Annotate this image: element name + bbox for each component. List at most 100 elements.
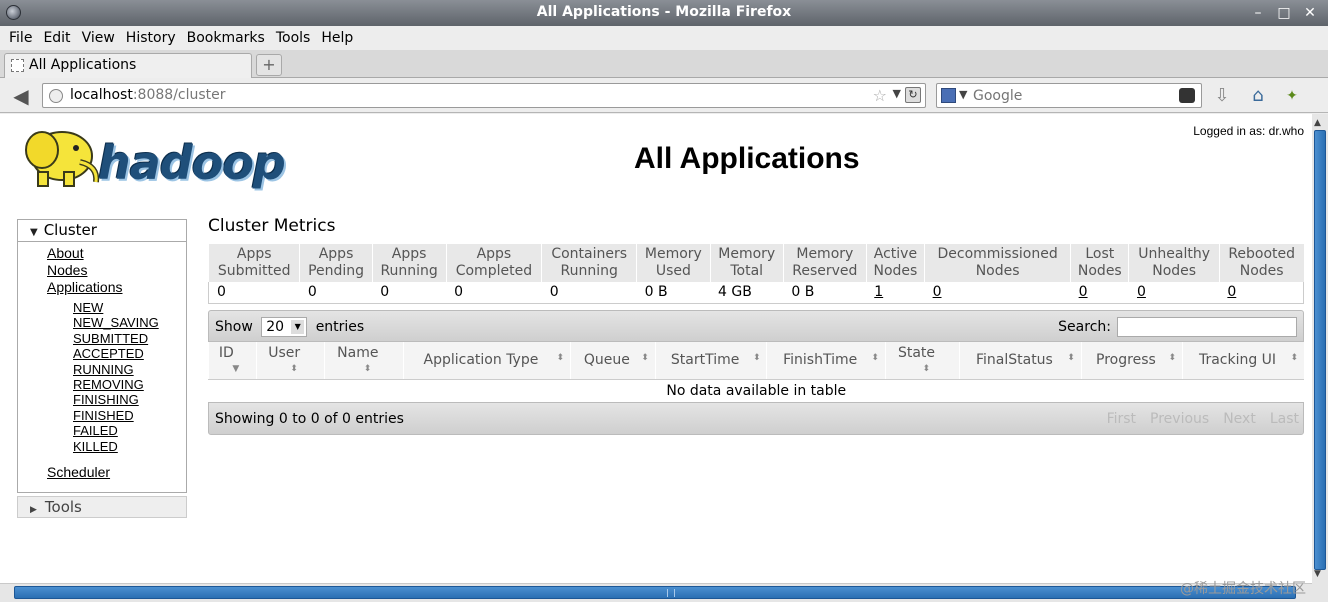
url-history-dropdown-icon[interactable]: ▼ [893,87,901,100]
sidebar-state-running[interactable]: RUNNING [18,362,186,377]
column-header[interactable]: Name ⬍ [323,342,404,380]
menu-view[interactable]: View [77,26,121,50]
sidebar-link-nodes[interactable]: Nodes [18,262,186,279]
metrics-value-link[interactable]: 0 [1227,284,1236,300]
download-icon[interactable]: ⇩ [1210,84,1234,108]
table-info: Showing 0 to 0 of 0 entries [215,411,404,427]
tools-toggle[interactable]: ▶ Tools [17,496,187,518]
minimize-icon[interactable]: – [1246,3,1270,23]
metrics-value-link[interactable]: 0 [933,284,942,300]
watermark-text: @稀土掘金技术社区 [1180,581,1306,597]
elephant-icon [25,131,100,187]
column-header[interactable]: Progress ⬍ [1080,342,1183,380]
sort-both-icon: ⬍ [641,353,649,363]
tab-all-applications[interactable]: All Applications [4,53,252,78]
metrics-value: 0 [1070,282,1129,304]
search-engine-dropdown-icon[interactable]: ▼ [959,88,967,101]
scroll-up-icon[interactable]: ▲ [1314,118,1321,128]
chevron-down-icon: ▼ [291,320,305,334]
metrics-header: Apps Pending [299,244,373,282]
metrics-header: Lost Nodes [1070,244,1129,282]
pager-first[interactable]: First [1107,411,1136,427]
sort-both-icon: ⬍ [290,364,298,374]
column-header[interactable]: FinishTime ⬍ [766,342,886,380]
length-control: Show 20 ▼ entries [215,317,365,337]
sidebar-state-accepted[interactable]: ACCEPTED [18,346,186,361]
metrics-value: 4 GB [710,282,784,304]
sidebar-state-new[interactable]: NEW [18,300,186,315]
sidebar-state-finished[interactable]: FINISHED [18,408,186,423]
sidebar-state-killed[interactable]: KILLED [18,439,186,454]
close-icon[interactable]: ✕ [1298,3,1322,23]
column-header[interactable]: StartTime ⬍ [654,342,767,380]
tab-label: All Applications [29,57,137,73]
table-controls: Show 20 ▼ entries Search: [208,310,1304,342]
sidebar-state-new-saving[interactable]: NEW_SAVING [18,315,186,330]
sidebar-state-removing[interactable]: REMOVING [18,377,186,392]
menu-help[interactable]: Help [316,26,359,50]
sort-both-icon: ⬍ [1067,353,1075,363]
vertical-scrollbar[interactable]: ▲ ▼ [1312,114,1328,583]
empty-table-message: No data available in table [666,383,847,400]
horizontal-scrollbar[interactable] [0,583,1312,602]
new-tab-button[interactable]: + [256,54,282,76]
url-text[interactable]: localhost:8088/cluster [70,87,226,103]
horizontal-scroll-thumb[interactable] [14,586,1296,599]
sort-desc-icon: ▼ [232,364,240,374]
menu-bookmarks[interactable]: Bookmarks [182,26,271,50]
applications-table: ID ▼ User ⬍ Name ⬍ Application Type ⬍ Queue ⬍ Star… [208,342,1304,403]
cluster-toggle[interactable]: ▼ Cluster [18,220,186,242]
search-input[interactable] [973,86,1173,105]
cluster-metrics-title: Cluster Metrics [208,216,336,236]
column-header[interactable]: Queue ⬍ [569,342,656,380]
table-search: Search: [1058,317,1297,337]
sidebar-link-about[interactable]: About [18,245,186,262]
scroll-down-icon[interactable]: ▼ [1314,569,1321,579]
column-header[interactable]: Tracking UI ⬍ [1182,342,1304,380]
sidebar-link-scheduler[interactable]: Scheduler [18,464,186,481]
column-header[interactable]: User ⬍ [255,342,325,380]
search-bar[interactable]: ▼ [936,83,1202,108]
pager-next[interactable]: Next [1223,411,1256,427]
pagination: First Previous Next Last [1107,411,1299,427]
metrics-header: Active Nodes [865,244,925,282]
metrics-value-link[interactable]: 0 [1137,284,1146,300]
sidebar-state-finishing[interactable]: FINISHING [18,392,186,407]
vertical-scroll-thumb[interactable] [1314,130,1326,570]
url-bar[interactable]: localhost:8088/cluster ☆ ▼ ↻ [42,83,926,108]
search-engine-icon[interactable] [941,88,956,103]
entries-select[interactable]: 20 ▼ [261,317,308,337]
column-header[interactable]: State ⬍ [884,342,960,380]
table-search-input[interactable] [1117,317,1297,337]
menu-history[interactable]: History [121,26,182,50]
window-titlebar: All Applications - Mozilla Firefox – □ ✕ [0,0,1328,26]
column-header[interactable]: ID ▼ [208,342,257,380]
menu-edit[interactable]: Edit [38,26,76,50]
addon-icon[interactable]: ✦ [1280,84,1304,108]
binoculars-icon[interactable] [1179,88,1195,103]
metrics-value-link[interactable]: 0 [1079,284,1088,300]
metrics-value-link[interactable]: 1 [874,284,883,300]
menu-file[interactable]: File [4,26,38,50]
metrics-header: Memory Total [709,244,784,282]
metrics-header: Containers Running [541,244,637,282]
column-header[interactable]: Application Type ⬍ [402,342,571,380]
bookmark-star-icon[interactable]: ☆ [873,86,887,105]
menu-tools[interactable]: Tools [271,26,317,50]
sidebar-link-applications[interactable]: Applications [18,279,186,296]
metrics-value: 0 [207,282,300,304]
pager-previous[interactable]: Previous [1150,411,1209,427]
globe-icon [49,89,63,103]
hadoop-logo: hadoop [20,122,320,200]
sort-both-icon: ⬍ [1290,353,1298,363]
navigation-toolbar: ◀ localhost:8088/cluster ☆ ▼ ↻ ▼ ⇩ ⌂ ✦ [0,79,1328,113]
sidebar-state-failed[interactable]: FAILED [18,423,186,438]
column-header[interactable]: FinalStatus ⬍ [959,342,1082,380]
back-button[interactable]: ◀ [8,85,34,107]
home-icon[interactable]: ⌂ [1246,84,1270,108]
pager-last[interactable]: Last [1270,411,1299,427]
reload-icon[interactable]: ↻ [905,87,921,103]
metrics-value: 0 B [783,282,867,304]
sidebar-state-submitted[interactable]: SUBMITTED [18,331,186,346]
maximize-icon[interactable]: □ [1272,3,1296,23]
